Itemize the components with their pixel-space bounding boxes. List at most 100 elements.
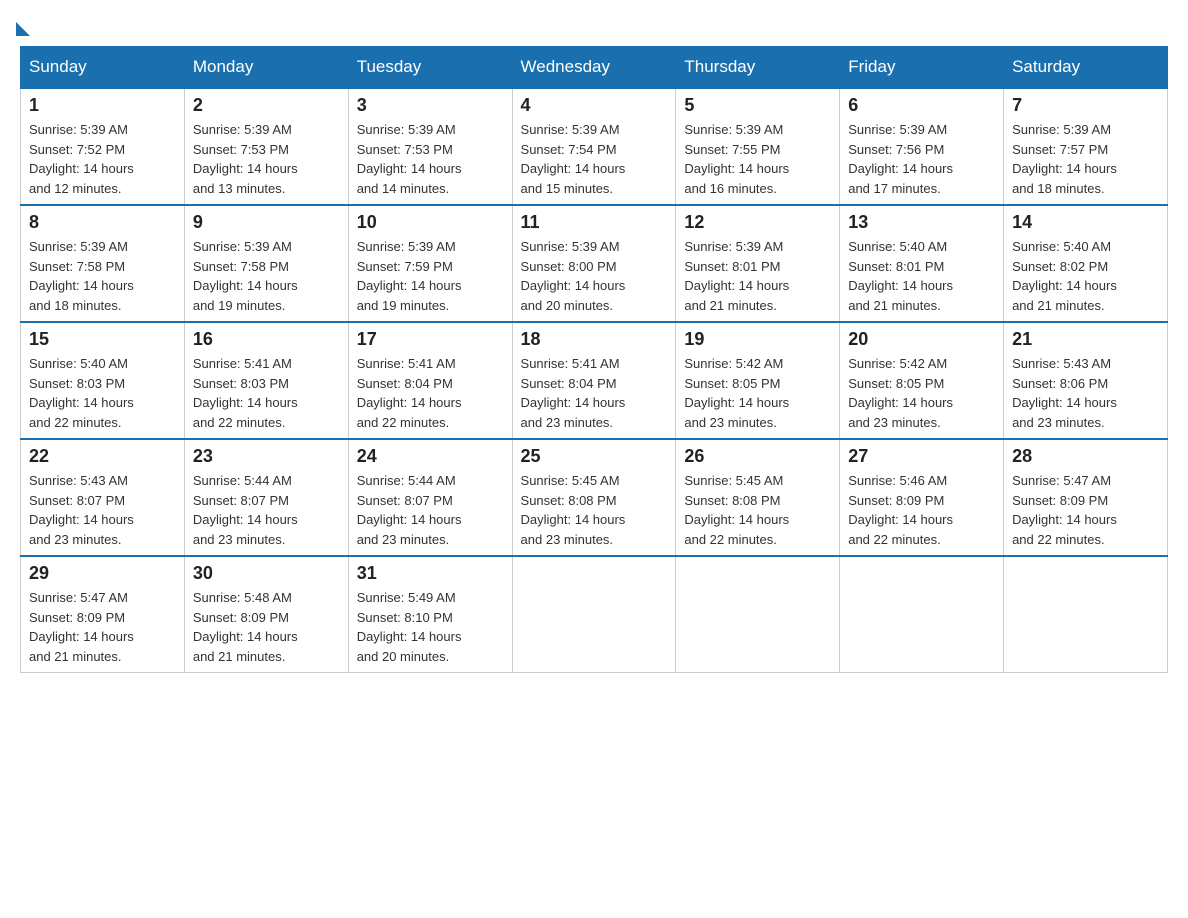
header-tuesday: Tuesday (348, 47, 512, 89)
week-row-5: 29 Sunrise: 5:47 AMSunset: 8:09 PMDayligh… (21, 556, 1168, 673)
day-info: Sunrise: 5:41 AMSunset: 8:04 PMDaylight:… (357, 354, 504, 432)
header-sunday: Sunday (21, 47, 185, 89)
day-info: Sunrise: 5:45 AMSunset: 8:08 PMDaylight:… (684, 471, 831, 549)
calendar-cell: 27 Sunrise: 5:46 AMSunset: 8:09 PMDayligh… (840, 439, 1004, 556)
day-number: 27 (848, 446, 995, 467)
day-number: 17 (357, 329, 504, 350)
calendar-cell: 9Sunrise: 5:39 AMSunset: 7:58 PMDaylight… (184, 205, 348, 322)
calendar-cell: 31 Sunrise: 5:49 AMSunset: 8:10 PMDayligh… (348, 556, 512, 673)
calendar-cell: 7 Sunrise: 5:39 AMSunset: 7:57 PMDaylight… (1004, 88, 1168, 205)
day-number: 14 (1012, 212, 1159, 233)
day-info: Sunrise: 5:44 AMSunset: 8:07 PMDaylight:… (357, 471, 504, 549)
logo (20, 20, 30, 36)
week-row-1: 1 Sunrise: 5:39 AMSunset: 7:52 PMDaylight… (21, 88, 1168, 205)
day-info: Sunrise: 5:40 AMSunset: 8:01 PMDaylight:… (848, 237, 995, 315)
calendar-cell: 19Sunrise: 5:42 AMSunset: 8:05 PMDayligh… (676, 322, 840, 439)
day-number: 24 (357, 446, 504, 467)
calendar-cell (1004, 556, 1168, 673)
day-number: 18 (521, 329, 668, 350)
day-number: 30 (193, 563, 340, 584)
day-info: Sunrise: 5:39 AMSunset: 7:59 PMDaylight:… (357, 237, 504, 315)
page-header (20, 20, 1168, 36)
day-info: Sunrise: 5:44 AMSunset: 8:07 PMDaylight:… (193, 471, 340, 549)
logo-arrow-icon (16, 22, 30, 36)
calendar-cell: 25Sunrise: 5:45 AMSunset: 8:08 PMDayligh… (512, 439, 676, 556)
day-info: Sunrise: 5:41 AMSunset: 8:04 PMDaylight:… (521, 354, 668, 432)
day-number: 31 (357, 563, 504, 584)
calendar-cell: 24 Sunrise: 5:44 AMSunset: 8:07 PMDayligh… (348, 439, 512, 556)
calendar-cell: 23 Sunrise: 5:44 AMSunset: 8:07 PMDayligh… (184, 439, 348, 556)
day-info: Sunrise: 5:39 AMSunset: 7:53 PMDaylight:… (193, 120, 340, 198)
day-info: Sunrise: 5:43 AMSunset: 8:07 PMDaylight:… (29, 471, 176, 549)
day-info: Sunrise: 5:39 AMSunset: 8:00 PMDaylight:… (521, 237, 668, 315)
day-info: Sunrise: 5:39 AMSunset: 7:57 PMDaylight:… (1012, 120, 1159, 198)
calendar-cell: 11 Sunrise: 5:39 AMSunset: 8:00 PMDayligh… (512, 205, 676, 322)
week-row-4: 22 Sunrise: 5:43 AMSunset: 8:07 PMDayligh… (21, 439, 1168, 556)
day-info: Sunrise: 5:39 AMSunset: 7:56 PMDaylight:… (848, 120, 995, 198)
day-number: 29 (29, 563, 176, 584)
day-info: Sunrise: 5:41 AMSunset: 8:03 PMDaylight:… (193, 354, 340, 432)
calendar-cell: 20 Sunrise: 5:42 AMSunset: 8:05 PMDayligh… (840, 322, 1004, 439)
day-info: Sunrise: 5:39 AMSunset: 7:55 PMDaylight:… (684, 120, 831, 198)
calendar-cell: 18 Sunrise: 5:41 AMSunset: 8:04 PMDayligh… (512, 322, 676, 439)
day-number: 11 (521, 212, 668, 233)
calendar-cell: 30 Sunrise: 5:48 AMSunset: 8:09 PMDayligh… (184, 556, 348, 673)
header-friday: Friday (840, 47, 1004, 89)
header-thursday: Thursday (676, 47, 840, 89)
calendar-cell (840, 556, 1004, 673)
calendar-cell: 13 Sunrise: 5:40 AMSunset: 8:01 PMDayligh… (840, 205, 1004, 322)
day-number: 4 (521, 95, 668, 116)
day-number: 2 (193, 95, 340, 116)
calendar-cell: 14 Sunrise: 5:40 AMSunset: 8:02 PMDayligh… (1004, 205, 1168, 322)
day-info: Sunrise: 5:42 AMSunset: 8:05 PMDaylight:… (848, 354, 995, 432)
day-number: 3 (357, 95, 504, 116)
calendar-cell: 21 Sunrise: 5:43 AMSunset: 8:06 PMDayligh… (1004, 322, 1168, 439)
calendar-cell (676, 556, 840, 673)
calendar-cell: 29 Sunrise: 5:47 AMSunset: 8:09 PMDayligh… (21, 556, 185, 673)
day-number: 20 (848, 329, 995, 350)
calendar-cell: 6 Sunrise: 5:39 AMSunset: 7:56 PMDaylight… (840, 88, 1004, 205)
day-info: Sunrise: 5:46 AMSunset: 8:09 PMDaylight:… (848, 471, 995, 549)
calendar-cell: 1 Sunrise: 5:39 AMSunset: 7:52 PMDaylight… (21, 88, 185, 205)
day-info: Sunrise: 5:49 AMSunset: 8:10 PMDaylight:… (357, 588, 504, 666)
week-row-3: 15Sunrise: 5:40 AMSunset: 8:03 PMDayligh… (21, 322, 1168, 439)
day-info: Sunrise: 5:43 AMSunset: 8:06 PMDaylight:… (1012, 354, 1159, 432)
day-number: 1 (29, 95, 176, 116)
day-number: 28 (1012, 446, 1159, 467)
day-number: 7 (1012, 95, 1159, 116)
calendar-cell: 12 Sunrise: 5:39 AMSunset: 8:01 PMDayligh… (676, 205, 840, 322)
calendar-cell: 28 Sunrise: 5:47 AMSunset: 8:09 PMDayligh… (1004, 439, 1168, 556)
day-info: Sunrise: 5:40 AMSunset: 8:02 PMDaylight:… (1012, 237, 1159, 315)
day-info: Sunrise: 5:40 AMSunset: 8:03 PMDaylight:… (29, 354, 176, 432)
calendar-cell: 26 Sunrise: 5:45 AMSunset: 8:08 PMDayligh… (676, 439, 840, 556)
day-number: 22 (29, 446, 176, 467)
calendar-header-row: SundayMondayTuesdayWednesdayThursdayFrid… (21, 47, 1168, 89)
day-info: Sunrise: 5:39 AMSunset: 8:01 PMDaylight:… (684, 237, 831, 315)
calendar-cell: 4 Sunrise: 5:39 AMSunset: 7:54 PMDaylight… (512, 88, 676, 205)
day-number: 8 (29, 212, 176, 233)
day-info: Sunrise: 5:39 AMSunset: 7:52 PMDaylight:… (29, 120, 176, 198)
calendar-cell: 8Sunrise: 5:39 AMSunset: 7:58 PMDaylight… (21, 205, 185, 322)
day-number: 16 (193, 329, 340, 350)
day-number: 6 (848, 95, 995, 116)
day-info: Sunrise: 5:45 AMSunset: 8:08 PMDaylight:… (521, 471, 668, 549)
day-info: Sunrise: 5:42 AMSunset: 8:05 PMDaylight:… (684, 354, 831, 432)
calendar-cell: 10Sunrise: 5:39 AMSunset: 7:59 PMDayligh… (348, 205, 512, 322)
day-number: 12 (684, 212, 831, 233)
week-row-2: 8Sunrise: 5:39 AMSunset: 7:58 PMDaylight… (21, 205, 1168, 322)
day-number: 13 (848, 212, 995, 233)
calendar-cell: 3 Sunrise: 5:39 AMSunset: 7:53 PMDaylight… (348, 88, 512, 205)
day-info: Sunrise: 5:47 AMSunset: 8:09 PMDaylight:… (1012, 471, 1159, 549)
day-number: 21 (1012, 329, 1159, 350)
calendar-cell: 5Sunrise: 5:39 AMSunset: 7:55 PMDaylight… (676, 88, 840, 205)
calendar-cell (512, 556, 676, 673)
day-info: Sunrise: 5:39 AMSunset: 7:54 PMDaylight:… (521, 120, 668, 198)
header-saturday: Saturday (1004, 47, 1168, 89)
day-info: Sunrise: 5:47 AMSunset: 8:09 PMDaylight:… (29, 588, 176, 666)
day-number: 23 (193, 446, 340, 467)
day-info: Sunrise: 5:39 AMSunset: 7:53 PMDaylight:… (357, 120, 504, 198)
day-number: 9 (193, 212, 340, 233)
day-number: 26 (684, 446, 831, 467)
day-info: Sunrise: 5:48 AMSunset: 8:09 PMDaylight:… (193, 588, 340, 666)
calendar-cell: 2 Sunrise: 5:39 AMSunset: 7:53 PMDaylight… (184, 88, 348, 205)
